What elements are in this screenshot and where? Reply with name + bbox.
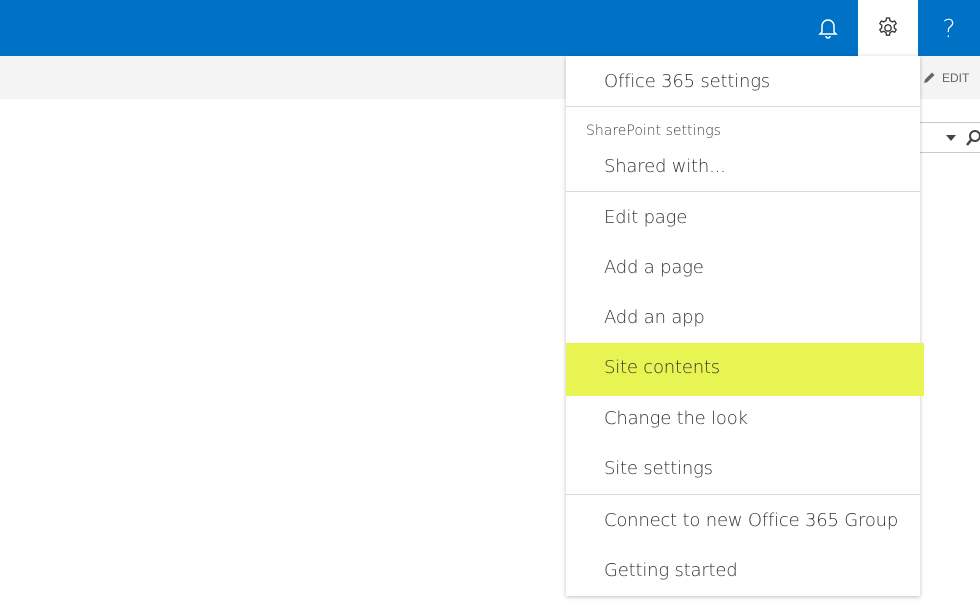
sharepoint-settings-heading: SharePoint settings: [586, 123, 721, 139]
search-scope-dropdown-icon[interactable]: [946, 135, 956, 141]
menu-item-site-contents[interactable]: Site contents: [604, 356, 720, 380]
menu-item-getting-started[interactable]: Getting started: [604, 559, 738, 583]
search-icon[interactable]: [966, 129, 980, 147]
menu-item-site-settings[interactable]: Site settings: [604, 457, 713, 481]
menu-item-change-the-look[interactable]: Change the look: [604, 407, 748, 431]
menu-divider: [566, 191, 920, 192]
gear-icon: [878, 17, 898, 36]
menu-item-add-an-app[interactable]: Add an app: [604, 306, 705, 330]
menu-divider: [566, 494, 920, 495]
menu-item-office-365-settings[interactable]: Office 365 settings: [604, 70, 770, 94]
menu-item-connect-office-365-group[interactable]: Connect to new Office 365 Group: [604, 509, 898, 533]
edit-page-link[interactable]: EDIT: [922, 56, 980, 99]
menu-item-shared-with[interactable]: Shared with...: [604, 155, 726, 179]
settings-button[interactable]: [858, 0, 918, 56]
edit-label: EDIT: [942, 70, 970, 85]
bell-icon: [818, 19, 838, 39]
menu-item-add-a-page[interactable]: Add a page: [604, 256, 704, 280]
pencil-icon: [924, 72, 935, 83]
menu-divider: [566, 106, 920, 107]
menu-item-edit-page[interactable]: Edit page: [604, 206, 687, 230]
help-button[interactable]: ?: [918, 0, 980, 56]
notifications-button[interactable]: [800, 0, 856, 56]
settings-menu: Office 365 settings SharePoint settings …: [566, 56, 920, 596]
